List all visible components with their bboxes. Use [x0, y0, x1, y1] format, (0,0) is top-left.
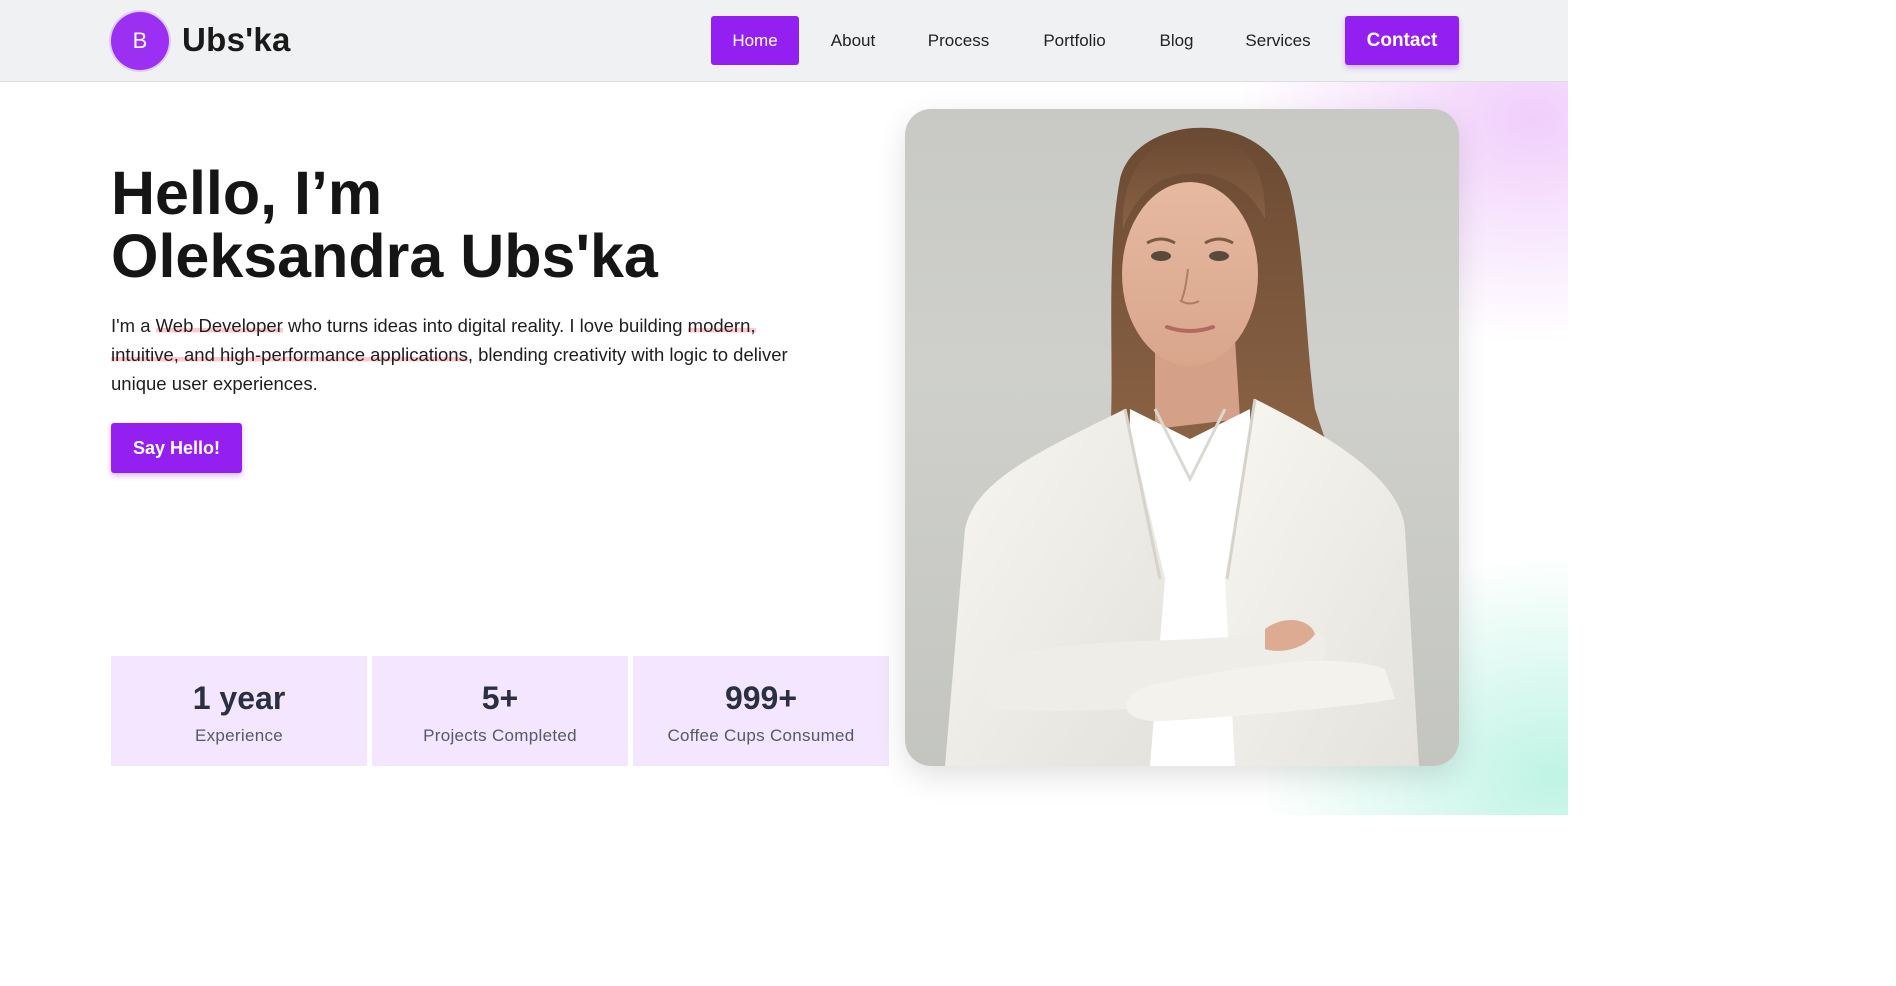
nav-blog[interactable]: Blog	[1143, 16, 1210, 65]
stat-value: 1 year	[192, 680, 286, 716]
hero-description: I'm a Web Developer who turns ideas into…	[111, 311, 791, 398]
stat-value: 999+	[724, 680, 798, 716]
contact-button[interactable]: Contact	[1345, 16, 1459, 65]
stat-card-experience: 1 year Experience	[111, 656, 367, 766]
hero-title-line1: Hello, I’m	[111, 159, 383, 227]
stat-label: Experience	[194, 726, 284, 745]
brand-name[interactable]: Ubs'ka	[182, 20, 291, 60]
nav-process[interactable]: Process	[910, 16, 1007, 65]
logo-badge[interactable]: B	[111, 12, 169, 70]
desc-text-1: I'm a	[111, 315, 156, 336]
portrait-illustration	[945, 127, 1419, 766]
nav-services[interactable]: Services	[1228, 16, 1328, 65]
stat-label: Coffee Cups Consumed	[667, 726, 855, 745]
hero-title-line2: Oleksandra Ubs'ka	[111, 222, 658, 290]
site-header: B Ubs'ka Home About Process Portfolio Bl…	[0, 0, 1568, 82]
stat-card-coffee: 999+ Coffee Cups Consumed	[633, 656, 889, 766]
page: B Ubs'ka Home About Process Portfolio Bl…	[0, 0, 1568, 815]
profile-photo	[905, 109, 1459, 766]
stat-value: 5+	[481, 680, 519, 716]
nav-portfolio[interactable]: Portfolio	[1024, 16, 1125, 65]
say-hello-button[interactable]: Say Hello!	[111, 423, 242, 473]
desc-text-2: who turns ideas into digital reality. I …	[282, 315, 688, 336]
stat-card-projects: 5+ Projects Completed	[372, 656, 628, 766]
desc-highlight-role: Web Developer	[155, 315, 283, 336]
nav-home[interactable]: Home	[711, 16, 799, 65]
stat-label: Projects Completed	[423, 726, 577, 745]
nav-about[interactable]: About	[812, 16, 894, 65]
hero-title: Hello, I’m Oleksandra Ubs'ka	[111, 162, 871, 288]
